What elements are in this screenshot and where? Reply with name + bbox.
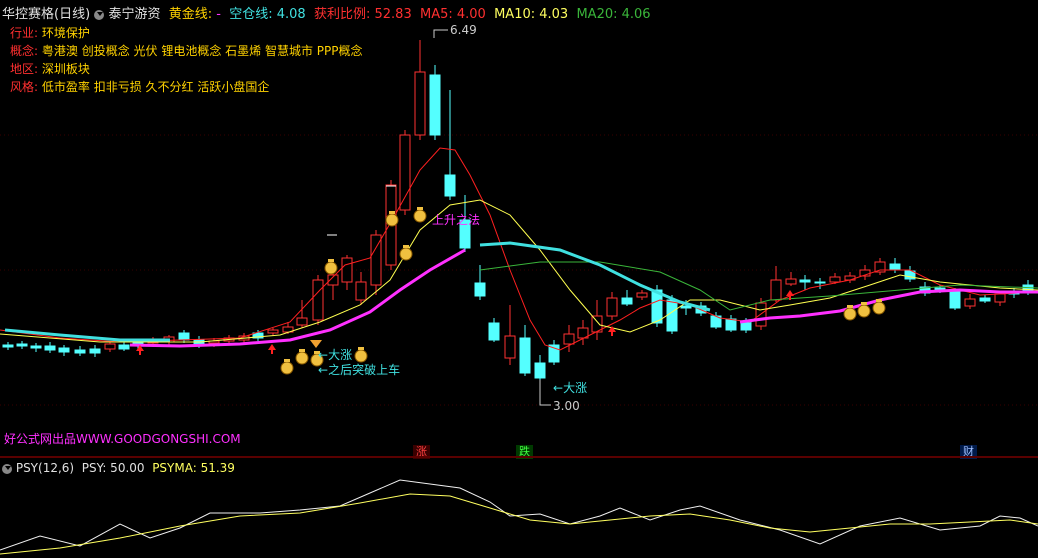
psyma-value: PSYMA: 51.39 (152, 461, 235, 475)
indicator-lines (0, 147, 1038, 351)
high-price-label: 6.49 (450, 23, 477, 37)
indicator-menu-icon[interactable] (94, 9, 105, 20)
money-bag-icon (413, 207, 427, 223)
profit-ratio-label: 获利比例: (313, 7, 371, 22)
ma5-value: MA5: 4.00 (419, 7, 486, 22)
empty-line-label: 空仓线: (229, 7, 273, 22)
money-bag-icon (295, 349, 309, 365)
indicator-name[interactable]: 泰宁游资 (108, 7, 160, 22)
region-row: 地区: 深圳板块 (10, 62, 90, 76)
buy-arrow-icon (268, 344, 276, 354)
chart-header: 华控赛格(日线) 泰宁游资 黄金线: - 空仓线: 4.08 获利比例: 52.… (2, 3, 651, 22)
watermark: 好公式网出品WWW.GOODGONGSHI.COM (4, 432, 241, 446)
concept-row: 概念: 粤港澳 创投概念 光伏 锂电池概念 石墨烯 智慧城市 PPP概念 (10, 44, 363, 58)
psy-lines (0, 479, 1038, 555)
profit-ratio-value: 52.83 (374, 7, 412, 22)
psy-header: PSY(12,6) PSY: 50.00 PSYMA: 51.39 (2, 461, 235, 475)
big-rise-label-2: ←大涨 (553, 380, 587, 395)
empty-line-value: 4.08 (276, 7, 306, 22)
industry-row: 行业: 环境保护 (10, 26, 90, 40)
money-bag-icon (280, 359, 294, 375)
golden-line-label: 黄金线: (168, 7, 213, 22)
high-marker: 6.49 (433, 23, 477, 38)
diamond-signal-icon (310, 340, 322, 348)
style-row: 风格: 低市盈率 扣非亏损 久不分红 活跃小盘国企 (10, 80, 270, 94)
big-rise-label-1: ←大涨 (318, 347, 352, 362)
psy-menu-icon[interactable] (2, 463, 12, 474)
golden-line-value: - (216, 7, 221, 22)
stock-title: 华控赛格(日线) (2, 7, 91, 22)
low-price-label: 3.00 (553, 399, 580, 413)
money-bag-icon (324, 259, 338, 275)
ma20-value: MA20: 4.06 (576, 7, 651, 22)
psy-value: PSY: 50.00 (81, 461, 145, 475)
money-bag-icon (354, 347, 368, 363)
psy-title[interactable]: PSY(12,6) (16, 461, 74, 475)
breakout-label: ←之后突破上车 (318, 362, 400, 377)
rise-method-label: 上升之法 (432, 213, 480, 227)
ma10-value: MA10: 4.03 (494, 7, 569, 22)
stock-info-panel: 行业: 环境保护 概念: 粤港澳 创投概念 光伏 锂电池概念 石墨烯 智慧城市 … (10, 24, 362, 96)
